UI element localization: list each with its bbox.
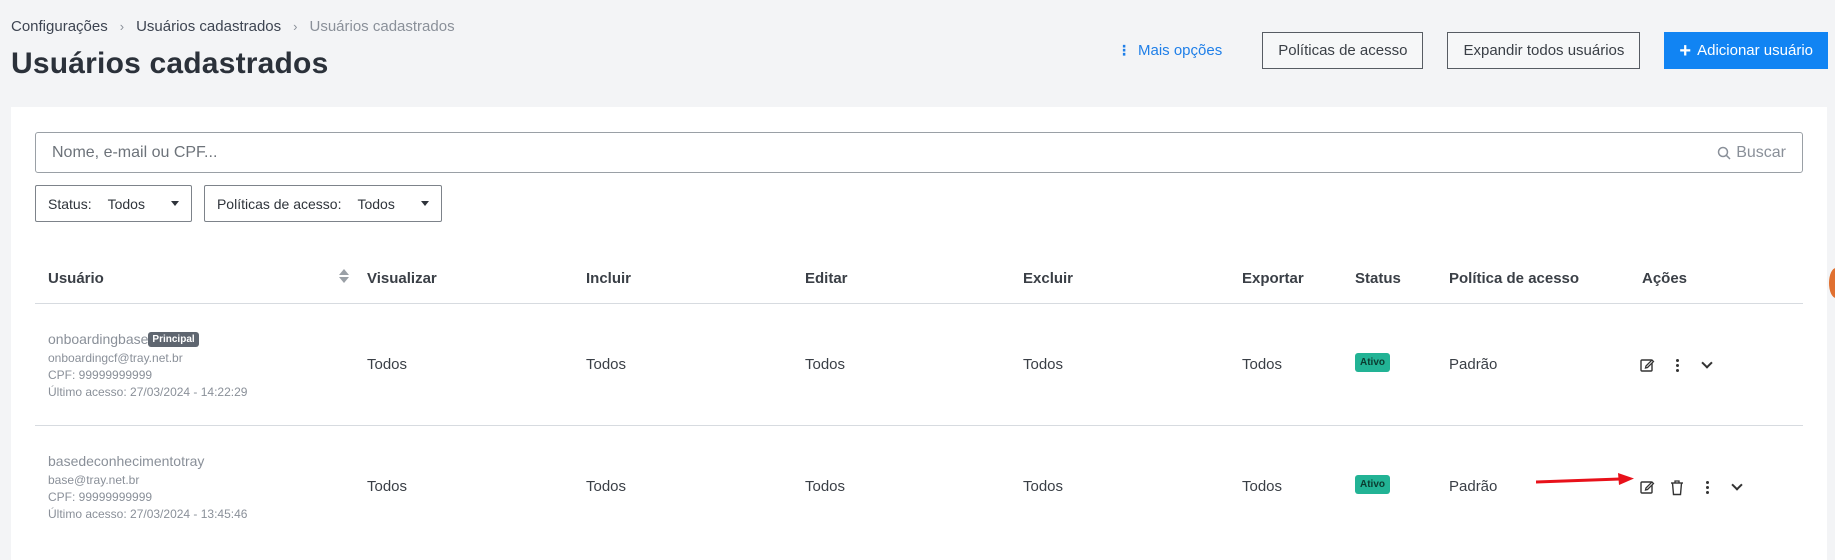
chevron-down-icon [1731, 479, 1743, 491]
status-filter-dropdown[interactable]: Status: Todos [35, 185, 192, 222]
policy-filter-label: Políticas de acesso: [216, 195, 342, 212]
header-status: Status [1355, 270, 1401, 287]
status-badge: Ativo [1355, 475, 1390, 494]
header-delete: Excluir [1023, 270, 1074, 287]
expand-all-users-button[interactable]: Expandir todos usuários [1447, 32, 1641, 69]
users-card: Buscar Status: Todos Políticas de acesso… [11, 107, 1827, 560]
breadcrumb: Configurações › Usuários cadastrados › U… [11, 18, 455, 35]
user-cell: onboardingbase Principal onboardingcf@tr… [48, 331, 247, 399]
row-menu-button[interactable] [1697, 477, 1717, 497]
user-cpf: CPF: 99999999999 [48, 490, 153, 504]
filters: Status: Todos Políticas de acesso: Todos [35, 185, 454, 222]
cell-view: Todos [367, 356, 408, 373]
trash-icon [1671, 479, 1683, 495]
annotation-arrow-icon [1536, 473, 1634, 485]
chevron-right-icon: › [119, 19, 125, 34]
search-bar: Buscar [35, 132, 1803, 173]
caret-down-icon [420, 201, 429, 206]
access-policies-button[interactable]: Políticas de acesso [1262, 32, 1424, 69]
user-last-access: Último acesso: 27/03/2024 - 13:45:46 [48, 507, 248, 521]
search-button[interactable]: Buscar [1717, 144, 1786, 162]
header-export: Exportar [1242, 270, 1304, 287]
add-user-label: Adicionar usuário [1697, 42, 1813, 59]
edit-button[interactable] [1637, 477, 1657, 497]
search-icon [1717, 146, 1731, 160]
floating-widget-edge[interactable] [1829, 268, 1835, 298]
cell-policy: Padrão [1449, 356, 1498, 373]
plus-icon: + [1679, 39, 1692, 62]
cell-include: Todos [586, 478, 627, 495]
header-user[interactable]: Usuário [48, 270, 104, 287]
breadcrumb-current: Usuários cadastrados [309, 18, 455, 35]
cell-edit: Todos [805, 356, 846, 373]
delete-button[interactable] [1667, 477, 1687, 497]
header-include: Incluir [586, 270, 632, 287]
cell-delete: Todos [1023, 478, 1064, 495]
cell-export: Todos [1242, 478, 1283, 495]
edit-icon [1640, 481, 1655, 494]
status-badge: Ativo [1355, 353, 1390, 372]
cell-include: Todos [586, 356, 627, 373]
more-options-button[interactable]: ⋮ Mais opções [1117, 42, 1222, 59]
table-header: Usuário Visualizar Incluir Editar Exclui… [35, 254, 1803, 304]
caret-down-icon [170, 201, 179, 206]
cell-edit: Todos [805, 478, 846, 495]
kebab-icon: ⋮ [1117, 42, 1131, 58]
header-policy: Política de acesso [1449, 270, 1580, 287]
breadcrumb-configuracoes[interactable]: Configurações [11, 18, 108, 35]
header-actions: ⋮ Mais opções Políticas de acesso Expand… [1117, 32, 1828, 69]
chevron-down-icon [1701, 357, 1713, 369]
table-row: onboardingbase Principal onboardingcf@tr… [35, 305, 1803, 426]
cell-policy: Padrão [1449, 478, 1498, 495]
header-view: Visualizar [367, 270, 437, 287]
chevron-right-icon: › [293, 19, 298, 34]
username: basedeconhecimentotray [48, 453, 247, 469]
header-edit: Editar [805, 270, 848, 287]
search-button-label: Buscar [1736, 143, 1786, 161]
user-last-access: Último acesso: 27/03/2024 - 14:22:29 [48, 385, 248, 399]
principal-badge: Principal [148, 331, 199, 347]
user-email: onboardingcf@tray.net.br [48, 351, 183, 365]
page-title: Usuários cadastrados [11, 47, 329, 80]
cell-delete: Todos [1023, 356, 1064, 373]
breadcrumb-usuarios[interactable]: Usuários cadastrados [136, 18, 281, 35]
edit-icon [1640, 359, 1655, 372]
expand-row-button[interactable] [1697, 355, 1717, 375]
add-user-button[interactable]: + Adicionar usuário [1664, 32, 1828, 69]
status-filter-value: Todos [107, 195, 145, 212]
policy-filter-dropdown[interactable]: Políticas de acesso: Todos [203, 185, 442, 222]
cell-view: Todos [367, 478, 408, 495]
username-text: onboardingbase [48, 331, 149, 347]
policy-filter-value: Todos [357, 195, 395, 212]
sort-icon[interactable] [339, 269, 349, 283]
user-email: base@tray.net.br [48, 473, 140, 487]
more-options-label: Mais opções [1138, 42, 1223, 59]
header-actions: Ações [1642, 270, 1688, 287]
edit-button[interactable] [1637, 355, 1657, 375]
search-input[interactable] [52, 143, 1552, 162]
status-filter-label: Status: [48, 195, 92, 212]
cell-export: Todos [1242, 356, 1283, 373]
expand-row-button[interactable] [1727, 477, 1747, 497]
row-menu-button[interactable] [1667, 355, 1687, 375]
user-cell: basedeconhecimentotray base@tray.net.br … [48, 453, 247, 521]
username-text: basedeconhecimentotray [48, 453, 205, 469]
user-cpf: CPF: 99999999999 [48, 368, 153, 382]
username: onboardingbase Principal [48, 331, 247, 347]
